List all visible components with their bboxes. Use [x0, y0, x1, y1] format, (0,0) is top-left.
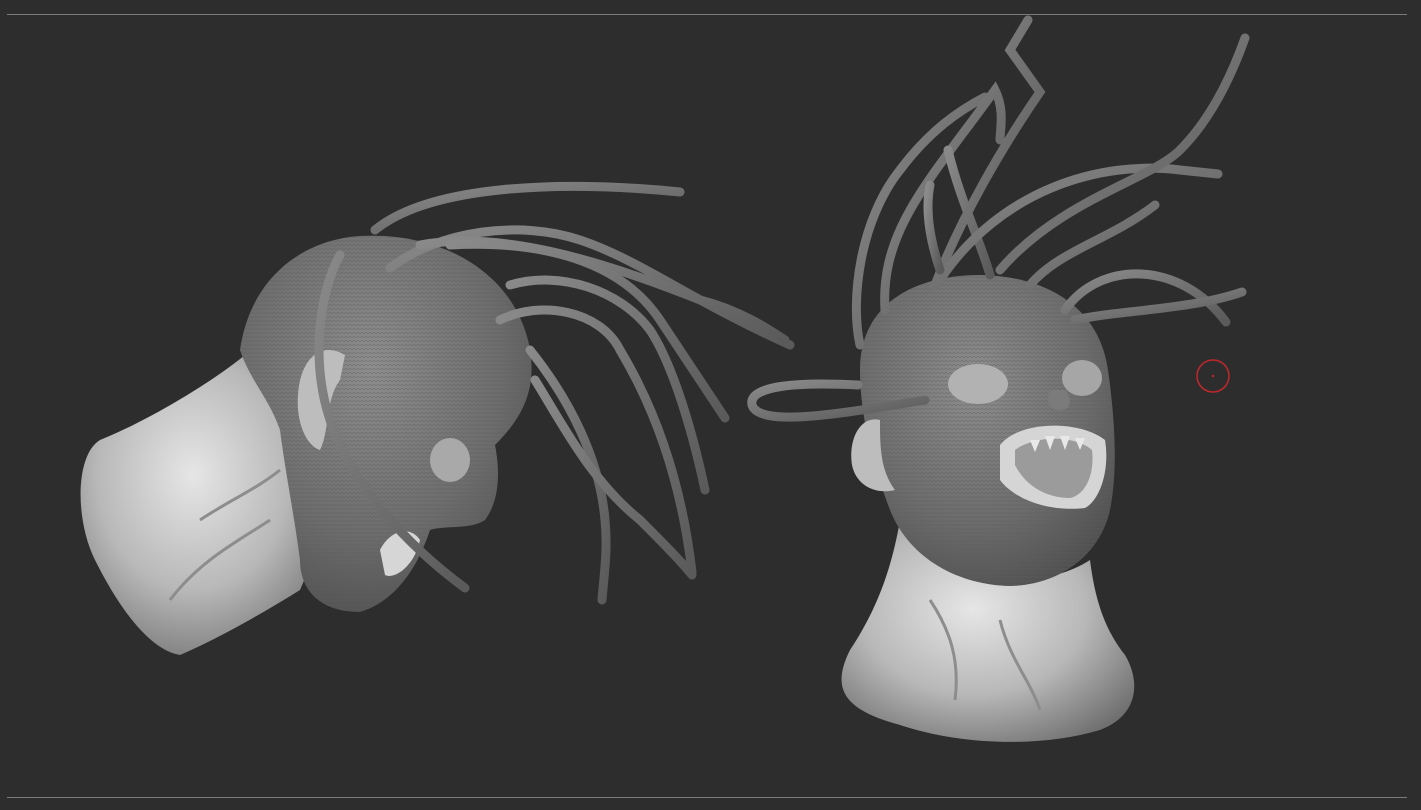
- sculpt-canvas[interactable]: [0, 0, 1421, 810]
- head-left-model[interactable]: [80, 181, 795, 655]
- brush-cursor-icon: [1196, 359, 1230, 393]
- head-right-model[interactable]: [747, 15, 1250, 742]
- right-eye-left: [948, 364, 1008, 404]
- right-nose: [1047, 390, 1070, 410]
- right-eye-right: [1062, 360, 1102, 396]
- left-eye-hole: [430, 438, 470, 482]
